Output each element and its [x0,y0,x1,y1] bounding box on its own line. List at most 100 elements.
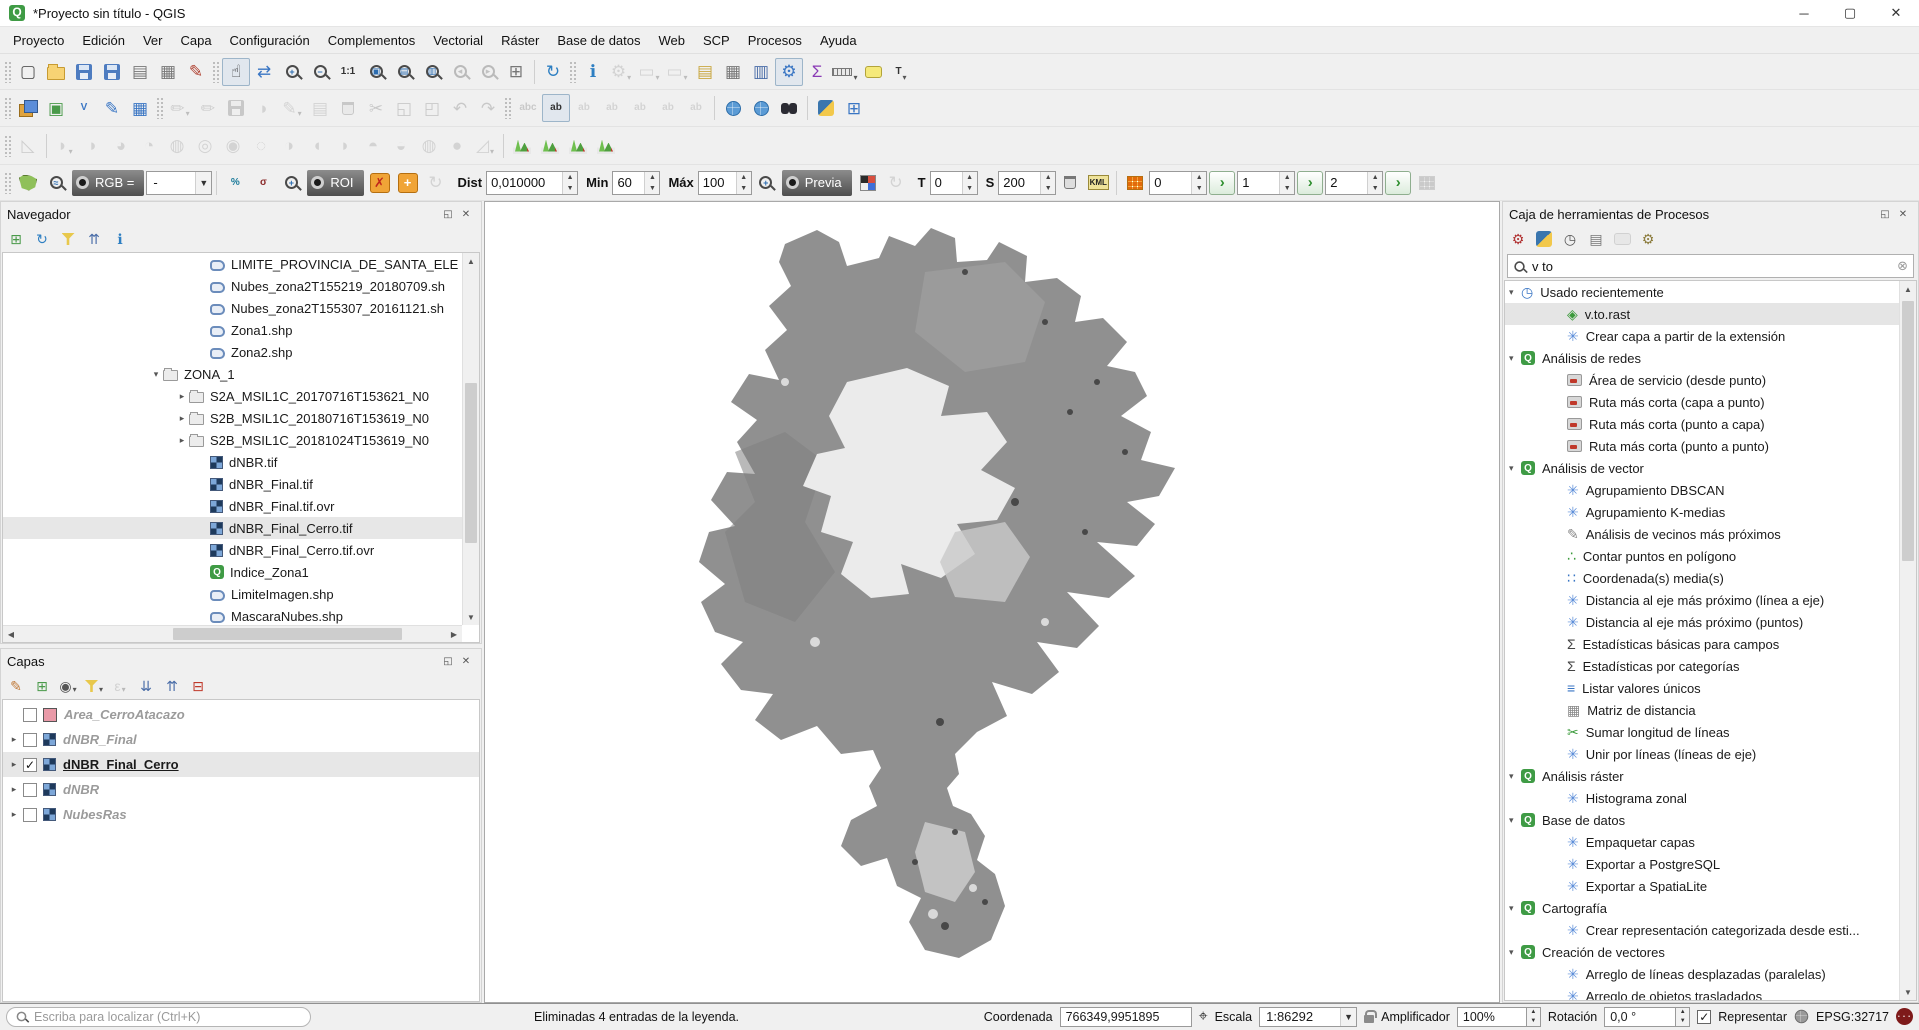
browser-item[interactable]: MascaraNubes.shp [3,605,462,625]
processing-algorithm[interactable]: ✂Sumar longitud de líneas [1505,721,1899,743]
processing-algorithm[interactable]: ✳Empaquetar capas [1505,831,1899,853]
plugin-window-icon[interactable]: ⊞ [840,94,868,122]
zoom-last-icon[interactable]: ◂ [446,58,474,86]
move-feature-icon[interactable]: ◗▾ [51,132,79,160]
browser-item[interactable]: LIMITE_PROVINCIA_DE_SANTA_ELE [3,253,462,275]
layers-float-icon[interactable]: ◱ [439,653,457,669]
coordinate-field[interactable]: 766349,9951895 [1060,1007,1192,1027]
browser-item[interactable]: QIndice_Zona1 [3,561,462,583]
expander-icon[interactable]: ▸ [175,413,189,424]
modify-attributes-icon[interactable]: ▤ [306,94,334,122]
close-icon[interactable]: ✕ [1873,0,1919,26]
delete-selected-icon[interactable] [334,94,362,122]
expander-icon[interactable]: ▸ [175,435,189,446]
open-project-icon[interactable] [42,58,70,86]
pan-to-selection-icon[interactable]: ⇄ [250,58,278,86]
menu-vectorial[interactable]: Vectorial [424,29,492,52]
style-manager-icon[interactable]: ✎ [182,58,210,86]
history-icon[interactable]: ◷ [1559,228,1581,250]
menu-ver[interactable]: Ver [134,29,172,52]
layer-checkbox[interactable] [23,708,37,722]
toolbar-grip[interactable] [4,97,12,119]
expander-icon[interactable]: ▸ [7,759,21,770]
zoom-in-icon[interactable]: + [278,58,306,86]
processing-vscrollbar[interactable]: ▲ ▼ [1899,281,1916,1000]
messages-icon[interactable] [1896,1008,1913,1025]
new-shapefile-layer-icon[interactable]: V [70,94,98,122]
expander-icon[interactable]: ▸ [7,734,21,745]
split-parts-icon[interactable]: ◒ [387,132,415,160]
offset-curve-icon[interactable]: ◖ [303,132,331,160]
processing-algorithm[interactable]: ✳Arreglo de líneas desplazadas (paralela… [1505,963,1899,985]
layer-checkbox[interactable]: ✓ [23,758,37,772]
collapse-all-layers-icon[interactable]: ⇈ [161,675,183,697]
rotate-label-icon[interactable]: ab [654,94,682,122]
menu-base-de-datos[interactable]: Base de datos [548,29,649,52]
processing-algorithm[interactable]: ▦Matriz de distancia [1505,699,1899,721]
reshape-features-icon[interactable]: ◗ [331,132,359,160]
new-virtual-layer-icon[interactable]: ✎ [98,94,126,122]
browser-hscrollbar[interactable]: ◀ ▶ [3,625,462,642]
deselect-features-icon[interactable]: ▭▾ [663,58,691,86]
redo-icon[interactable]: ↷ [474,94,502,122]
expander-icon[interactable]: ▾ [1505,947,1521,958]
expander-icon[interactable]: ▸ [7,809,21,820]
browser-item[interactable]: ▸S2A_MSIL1C_20170716T153621_N0 [3,385,462,407]
scp-signature-plot-icon[interactable] [564,132,592,160]
browser-close-icon[interactable]: ✕ [457,206,475,222]
processing-algorithm[interactable]: ✳Unir por líneas (líneas de eje) [1505,743,1899,765]
clear-search-icon[interactable]: ⊗ [1897,258,1908,274]
change-label-icon[interactable]: ab [682,94,710,122]
trim-extend-icon[interactable]: ◿▾ [471,132,499,160]
scp-preview-chip[interactable]: Previa [782,170,852,196]
browser-item[interactable]: Zona1.shp [3,319,462,341]
processing-algorithm[interactable]: ΣEstadísticas por categorías [1505,655,1899,677]
processing-algorithm[interactable]: Ruta más corta (punto a capa) [1505,413,1899,435]
pin-labels-icon[interactable]: ab [570,94,598,122]
processing-algorithm[interactable]: ≡Listar valores únicos [1505,677,1899,699]
scp-stretch-percent-icon[interactable]: % [221,169,249,197]
scp-rgb-quick-icon[interactable] [854,169,882,197]
menu-configuración[interactable]: Configuración [221,29,319,52]
toolbar-grip[interactable] [504,97,512,119]
identify-features-icon[interactable]: ℹ [579,58,607,86]
processing-algorithm[interactable]: ✳Distancia al eje más próximo (línea a e… [1505,589,1899,611]
simplify-feature-icon[interactable]: ◔ [135,132,163,160]
expander-icon[interactable]: ▸ [175,391,189,402]
scp-rgb-combo[interactable]: -▼ [146,171,212,195]
browser-vscrollbar[interactable]: ▲ ▼ [462,253,479,625]
scp-zoom-extent-icon[interactable]: + [277,169,305,197]
scp-band-r-spin[interactable]: 0▲▼ [1149,171,1207,195]
browser-item[interactable]: dNBR_Final.tif.ovr [3,495,462,517]
crs-globe-icon[interactable] [1795,1010,1809,1024]
processing-algorithm[interactable]: Área de servicio (desde punto) [1505,369,1899,391]
expander-icon[interactable]: ▾ [149,369,163,380]
scp-band-preview-icon[interactable]: ≈ [42,169,70,197]
expander-icon[interactable]: ▾ [1505,463,1521,474]
data-source-manager-icon[interactable] [14,94,42,122]
toolbar-grip[interactable] [156,97,164,119]
statistics-icon[interactable]: Σ [803,58,831,86]
toolbar-grip[interactable] [569,61,577,83]
label-options-icon[interactable]: ab [542,94,570,122]
scp-dist-spin[interactable]: 0,010000▲▼ [486,171,578,195]
processing-toolbox-icon[interactable]: ⚙ [775,58,803,86]
split-features-icon[interactable]: ◓ [359,132,387,160]
browser-item[interactable]: dNBR_Final_Cerro.tif [3,517,462,539]
zoom-to-selection-icon[interactable]: ▥ [418,58,446,86]
processing-group[interactable]: ▾QBase de datos [1505,809,1899,831]
processing-algorithm[interactable]: ✳Crear representación categorizada desde… [1505,919,1899,941]
measure-icon[interactable]: ▾ [831,58,859,86]
map-tips-icon[interactable] [859,58,887,86]
map-canvas[interactable] [484,201,1500,1003]
layout-manager-icon[interactable]: ▦ [154,58,182,86]
refresh-browser-icon[interactable]: ↻ [31,228,53,250]
toggle-editing-icon[interactable]: ✏ [194,94,222,122]
layer-checkbox[interactable] [23,783,37,797]
scale-combo[interactable]: 1:86292 ▼ [1259,1007,1357,1027]
digitize-feature-icon[interactable]: ◗ [250,94,278,122]
remove-layer-icon[interactable]: ⊟ [187,675,209,697]
menu-proyecto[interactable]: Proyecto [4,29,73,52]
toolbar-grip[interactable] [212,61,220,83]
osm-place-search-icon[interactable] [775,94,803,122]
